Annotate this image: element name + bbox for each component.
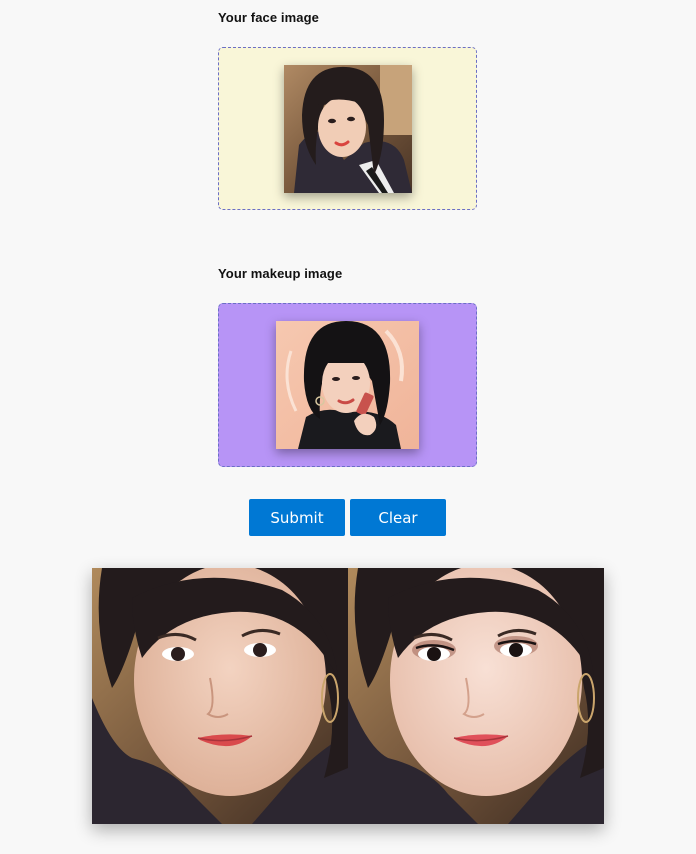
result-after-image <box>348 568 604 824</box>
face-image-label: Your face image <box>218 10 319 25</box>
makeup-image-label: Your makeup image <box>218 266 343 281</box>
makeup-image-dropzone[interactable] <box>218 303 477 467</box>
face-image-thumbnail <box>284 65 412 193</box>
clear-button[interactable]: Clear <box>350 499 446 536</box>
result-image <box>92 568 604 824</box>
submit-button[interactable]: Submit <box>249 499 345 536</box>
result-before-image <box>92 568 348 824</box>
face-image-dropzone[interactable] <box>218 47 477 210</box>
makeup-image-thumbnail <box>276 321 419 449</box>
